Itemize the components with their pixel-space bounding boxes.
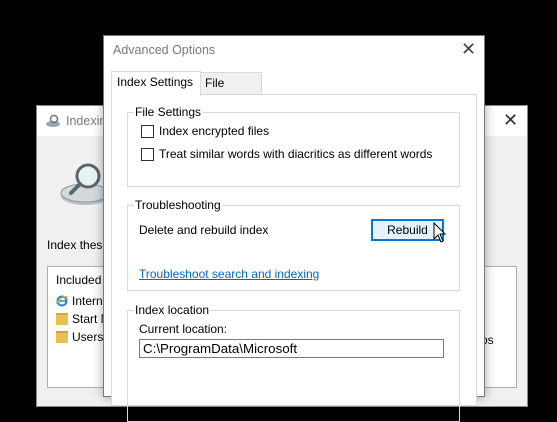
file-settings-group: File Settings Index encrypted files Trea… — [127, 105, 460, 187]
folder-icon — [56, 331, 68, 343]
troubleshooting-label: Troubleshooting — [134, 198, 222, 212]
tab-index-settings[interactable]: Index Settings — [111, 71, 201, 96]
index-encrypted-files-label: Index encrypted files — [159, 124, 270, 138]
mouse-cursor-icon — [433, 222, 447, 243]
current-location-field[interactable] — [139, 339, 444, 358]
internet-explorer-icon — [56, 295, 68, 307]
folder-icon — [56, 313, 68, 325]
dialog-title: Advanced Options — [113, 43, 216, 57]
index-location-label: Index location — [134, 303, 211, 317]
list-item[interactable]: Interne — [56, 293, 109, 309]
current-location-label: Current location: — [139, 322, 228, 336]
index-these-label: Index these — [47, 238, 110, 252]
close-icon[interactable]: ✕ — [503, 110, 518, 131]
treat-diacritics-checkbox[interactable] — [141, 147, 154, 161]
advanced-options-dialog: Advanced Options ✕ Index Settings File T… — [103, 35, 485, 422]
index-encrypted-files-checkbox[interactable] — [141, 124, 154, 138]
delete-rebuild-label: Delete and rebuild index — [139, 223, 269, 237]
treat-diacritics-option[interactable]: Treat similar words with diacritics as d… — [141, 147, 432, 161]
index-settings-panel: File Settings Index encrypted files Trea… — [111, 94, 477, 422]
index-encrypted-files-option[interactable]: Index encrypted files — [141, 124, 269, 138]
close-icon[interactable]: ✕ — [461, 39, 476, 60]
troubleshoot-link[interactable]: Troubleshoot search and indexing — [139, 267, 319, 281]
troubleshooting-group: Troubleshooting Delete and rebuild index… — [127, 198, 460, 291]
tab-file-types[interactable]: File Types — [199, 72, 262, 111]
indexing-options-title: Indexin — [66, 114, 107, 128]
indexing-options-icon — [46, 114, 60, 127]
list-item[interactable]: Users — [56, 329, 103, 345]
file-settings-label: File Settings — [134, 105, 203, 119]
index-location-group: Index location Current location: — [127, 303, 460, 422]
treat-diacritics-label: Treat similar words with diacritics as d… — [159, 147, 433, 161]
list-item-label: Users — [72, 330, 104, 344]
